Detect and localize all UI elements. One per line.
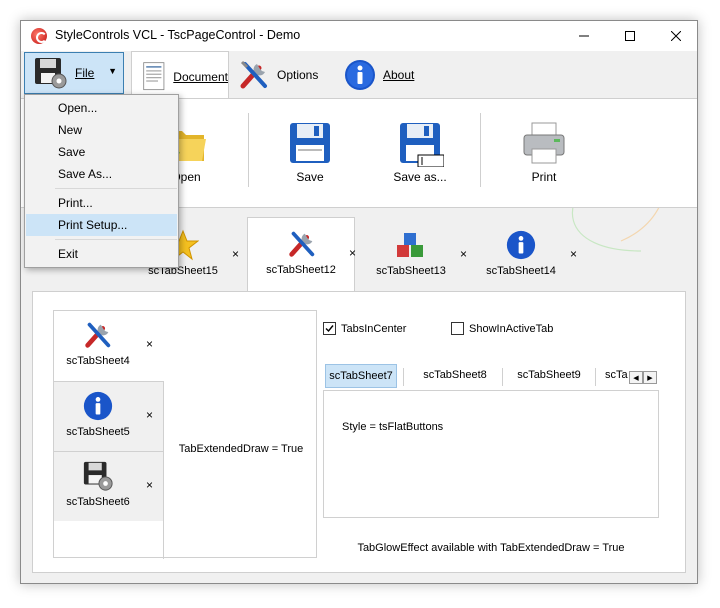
close-tab-icon[interactable]: × bbox=[146, 337, 153, 351]
scroll-left-button[interactable]: ◀ bbox=[629, 371, 643, 384]
tab-sheet-13[interactable]: scTabSheet13 × bbox=[357, 219, 467, 291]
tab-sheet-7[interactable]: scTabSheet7 bbox=[325, 364, 397, 388]
title-bar[interactable]: StyleControls VCL - TscPageControl - Dem… bbox=[21, 21, 697, 51]
chevron-right-icon: ▶ bbox=[647, 374, 653, 382]
tab-sheet-10-partial[interactable]: scTa bbox=[595, 364, 629, 388]
checkbox-checked-icon bbox=[323, 322, 336, 335]
flat-tab-content: Style = tsFlatButtons bbox=[323, 390, 659, 518]
vertical-page-control: scTabSheet4 × scTabSheet5 × scTabSheet6 … bbox=[53, 310, 317, 559]
show-in-active-tab-label: ShowInActiveTab bbox=[469, 322, 554, 335]
tools-icon bbox=[289, 231, 315, 257]
menu-item-print-setup[interactable]: Print Setup... bbox=[26, 214, 177, 236]
menu-item-save[interactable]: Save bbox=[26, 141, 177, 163]
tab-sheet-8[interactable]: scTabSheet8 bbox=[409, 364, 501, 388]
printer-icon bbox=[523, 122, 565, 164]
floppy-gear-icon bbox=[83, 461, 113, 491]
toolbar-separator bbox=[248, 113, 249, 187]
tab-sheet-6-label: scTabSheet6 bbox=[66, 496, 130, 508]
tab-sheet-14-label: scTabSheet14 bbox=[486, 265, 556, 277]
floppy-gear-icon bbox=[35, 58, 67, 89]
tab-sheet-6[interactable]: scTabSheet6 × bbox=[54, 451, 164, 521]
window-title: StyleControls VCL - TscPageControl - Dem… bbox=[55, 28, 301, 42]
style-description: Style = tsFlatButtons bbox=[342, 421, 444, 433]
minimize-icon bbox=[579, 35, 589, 37]
tab-scroll-buttons: ◀ ▶ bbox=[629, 371, 657, 384]
close-tab-icon[interactable]: × bbox=[146, 478, 153, 492]
tabs-in-center-checkbox[interactable]: TabsInCenter bbox=[323, 322, 406, 335]
floppy-disk-edit-icon bbox=[400, 123, 444, 167]
app-logo-icon bbox=[31, 28, 47, 44]
cubes-icon bbox=[397, 233, 423, 257]
tab-about-label: About bbox=[383, 68, 415, 82]
tools-icon bbox=[85, 322, 111, 348]
close-tab-icon[interactable]: × bbox=[570, 247, 577, 261]
tab-sheet-12[interactable]: scTabSheet12 × bbox=[247, 217, 356, 291]
tab-sheet-12-content: scTabSheet4 × scTabSheet5 × scTabSheet6 … bbox=[32, 291, 686, 573]
menu-item-exit[interactable]: Exit bbox=[26, 243, 177, 265]
scroll-right-button[interactable]: ▶ bbox=[643, 371, 657, 384]
menu-item-print[interactable]: Print... bbox=[26, 192, 177, 214]
menu-separator bbox=[55, 188, 177, 189]
tab-sheet-14[interactable]: scTabSheet14 × bbox=[467, 219, 577, 291]
close-button[interactable] bbox=[653, 21, 697, 51]
tab-sheet-5[interactable]: scTabSheet5 × bbox=[54, 381, 164, 451]
chevron-left-icon: ◀ bbox=[633, 374, 639, 382]
ribbon-tab-bar: File ▼ Document Options About bbox=[21, 51, 697, 101]
menu-item-save-as[interactable]: Save As... bbox=[26, 163, 177, 185]
menu-item-new[interactable]: New bbox=[26, 119, 177, 141]
file-menu-label: File bbox=[75, 66, 95, 80]
print-button[interactable]: Print bbox=[509, 99, 579, 207]
vertical-tabs-divider bbox=[163, 381, 164, 559]
close-tab-icon[interactable]: × bbox=[232, 247, 239, 261]
flat-button-tab-strip: scTabSheet7 scTabSheet8 scTabSheet9 scTa… bbox=[323, 364, 663, 390]
vertical-tab-content-text: TabExtendedDraw = True bbox=[178, 443, 304, 455]
info-icon bbox=[83, 391, 113, 421]
tab-sheet-4-label: scTabSheet4 bbox=[66, 355, 130, 367]
tabs-in-center-label: TabsInCenter bbox=[341, 322, 407, 335]
maximize-icon bbox=[625, 31, 635, 41]
print-label: Print bbox=[531, 170, 557, 184]
minimize-button[interactable] bbox=[561, 21, 607, 51]
tools-icon bbox=[240, 60, 267, 89]
tab-about[interactable]: About bbox=[343, 51, 433, 99]
file-dropdown-menu: Open... New Save Save As... Print... Pri… bbox=[24, 94, 179, 268]
info-icon bbox=[506, 230, 536, 260]
tab-document-label: Document bbox=[173, 69, 228, 84]
chevron-down-icon: ▼ bbox=[108, 66, 117, 76]
menu-item-open[interactable]: Open... bbox=[26, 97, 177, 119]
close-tab-icon[interactable]: × bbox=[349, 246, 356, 260]
close-icon bbox=[671, 31, 681, 41]
save-button[interactable]: Save bbox=[275, 99, 345, 207]
close-tab-icon[interactable]: × bbox=[146, 408, 153, 422]
file-menu-button[interactable]: File ▼ bbox=[24, 52, 124, 94]
menu-separator bbox=[55, 239, 177, 240]
save-as-label: Save as... bbox=[393, 170, 447, 184]
tab-separator bbox=[403, 368, 404, 386]
checkbox-unchecked-icon bbox=[451, 322, 464, 335]
tab-sheet-9[interactable]: scTabSheet9 bbox=[503, 364, 595, 388]
toolbar-separator bbox=[480, 113, 481, 187]
document-icon bbox=[143, 61, 165, 90]
info-icon bbox=[345, 60, 375, 90]
save-as-button[interactable]: Save as... bbox=[385, 99, 455, 207]
floppy-disk-icon bbox=[290, 123, 330, 163]
tab-sheet-12-label: scTabSheet12 bbox=[266, 264, 336, 276]
tab-options[interactable]: Options bbox=[237, 51, 337, 99]
tab-sheet-13-label: scTabSheet13 bbox=[376, 265, 446, 277]
show-in-active-tab-checkbox[interactable]: ShowInActiveTab bbox=[451, 322, 553, 335]
tab-sheet-4[interactable]: scTabSheet4 × bbox=[54, 311, 164, 381]
glow-effect-note: TabGlowEffect available with TabExtended… bbox=[357, 542, 625, 554]
tab-sheet-5-label: scTabSheet5 bbox=[66, 426, 130, 438]
close-tab-icon[interactable]: × bbox=[460, 247, 467, 261]
save-label: Save bbox=[296, 170, 324, 184]
tab-options-label: Options bbox=[277, 68, 319, 82]
maximize-button[interactable] bbox=[607, 21, 653, 51]
